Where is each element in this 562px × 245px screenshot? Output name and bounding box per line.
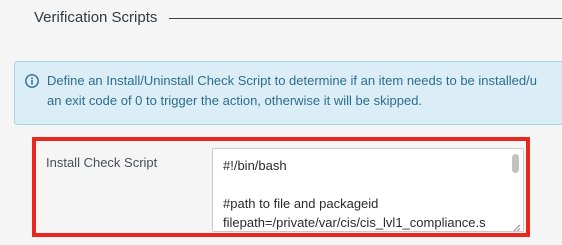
install-check-script-label: Install Check Script	[46, 155, 158, 170]
section-title: Verification Scripts	[34, 9, 158, 26]
section-divider	[169, 18, 562, 19]
textarea-scrollbar[interactable]	[512, 154, 519, 173]
info-message-line-1: Define an Install/Uninstall Check Script…	[47, 73, 537, 88]
info-message: Define an Install/Uninstall Check Script…	[47, 71, 537, 111]
info-circle-icon	[25, 74, 39, 88]
install-check-highlight: Install Check Script #!/bin/bash #path t…	[32, 137, 530, 237]
resize-grip-icon[interactable]	[512, 220, 521, 231]
info-alert: Define an Install/Uninstall Check Script…	[14, 61, 562, 125]
section-header: Verification Scripts	[34, 9, 562, 26]
install-check-script-content[interactable]: #!/bin/bash #path to file and packageid …	[223, 156, 486, 231]
install-check-script-textarea[interactable]: #!/bin/bash #path to file and packageid …	[212, 148, 524, 232]
info-message-line-2: an exit code of 0 to trigger the action,…	[47, 93, 423, 108]
